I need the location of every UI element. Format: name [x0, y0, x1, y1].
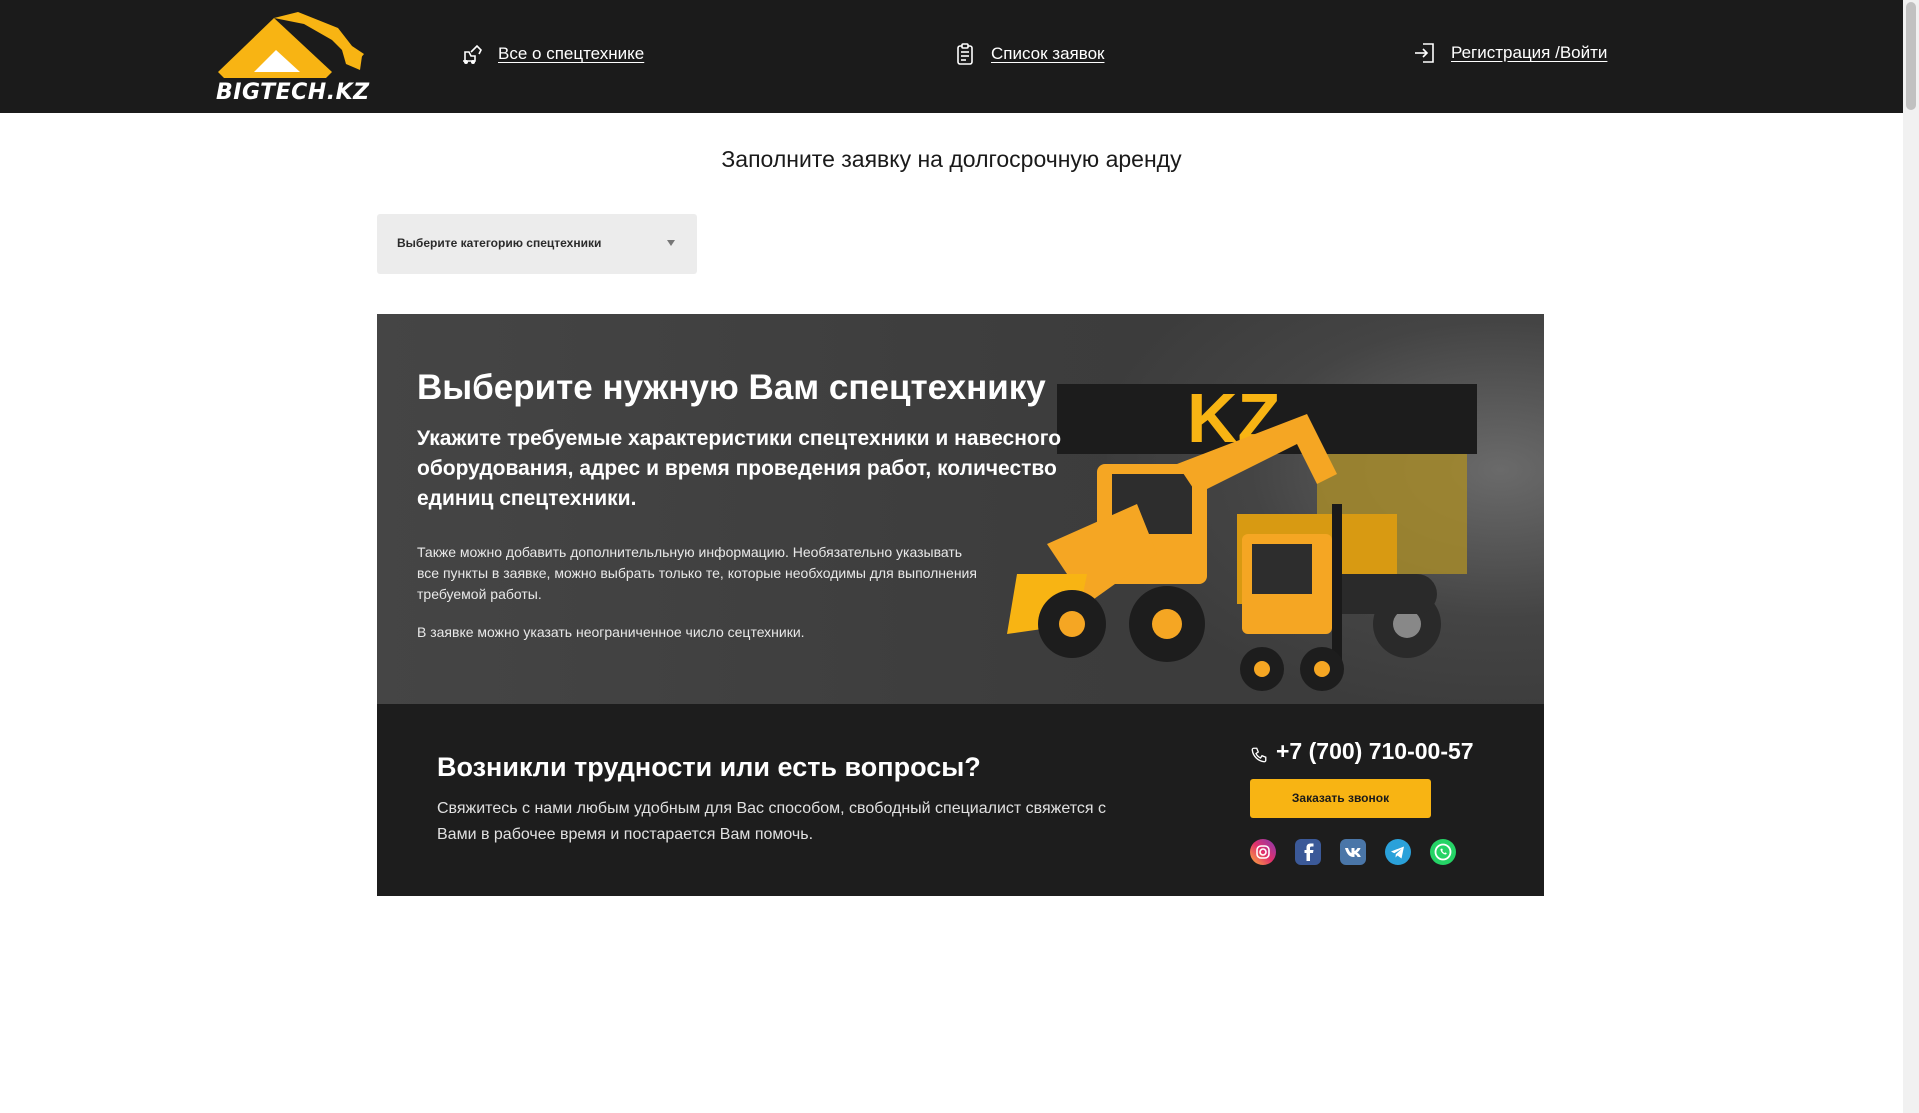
nav-all-about-machinery[interactable]: Все о спецтехнике: [460, 40, 644, 68]
social-links: [1250, 839, 1475, 865]
contact-text: Свяжитесь с нами любым удобным для Вас с…: [437, 800, 1106, 843]
site-header: BIGTECH.KZ Все о спецтехнике Список заяв…: [0, 0, 1903, 113]
phone-number: +7 (700) 710-00-57: [1276, 738, 1474, 764]
facebook-icon[interactable]: [1295, 839, 1321, 865]
nav-label: Список заявок: [991, 44, 1105, 63]
logo-text: BIGTECH.KZ: [216, 80, 370, 105]
contact-title: Возникли трудности или есть вопросы?: [437, 752, 981, 782]
telegram-icon[interactable]: [1385, 839, 1411, 865]
phone-link[interactable]: +7 (700) 710-00-57: [1250, 738, 1474, 765]
nav-label: Все о спецтехнике: [498, 44, 645, 63]
nav-register-login[interactable]: Регистрация /Войти: [1413, 39, 1607, 67]
category-select-placeholder: Выберите категорию спецтехники: [397, 236, 602, 250]
request-call-button[interactable]: Заказать звонок: [1250, 779, 1431, 818]
scrollbar-thumb[interactable]: [1906, 2, 1916, 110]
whatsapp-icon[interactable]: [1430, 839, 1456, 865]
clipboard-icon: [953, 42, 977, 66]
excavator-icon: [460, 42, 484, 66]
banner-text: Также можно добавить дополнительльную ин…: [417, 544, 977, 602]
scrollbar[interactable]: [1903, 0, 1919, 1113]
banner-title: Выберите нужную Вам спецтехнику: [417, 368, 1046, 407]
nav-label: Регистрация /Войти: [1451, 43, 1608, 62]
info-banner: KZ Выберите нужную Вам спецтехнику Укажи…: [377, 314, 1544, 704]
banner-text-secondary: В заявке можно указать неограниченное чи…: [417, 624, 805, 640]
login-icon: [1413, 41, 1437, 65]
banner-subtitle: Укажите требуемые характеристики спецтех…: [417, 427, 1062, 510]
contact-section: Возникли трудности или есть вопросы? Свя…: [377, 704, 1544, 896]
excavator-logo-icon: [218, 12, 364, 78]
logo[interactable]: BIGTECH.KZ: [214, 10, 370, 105]
phone-icon: [1250, 743, 1268, 762]
category-select[interactable]: Выберите категорию спецтехники: [377, 214, 697, 274]
nav-request-list[interactable]: Список заявок: [953, 40, 1104, 68]
instagram-icon[interactable]: [1250, 839, 1276, 865]
page-title: Заполните заявку на долгосрочную аренду: [721, 146, 1182, 172]
vk-icon[interactable]: [1340, 839, 1366, 865]
chevron-down-icon: [667, 240, 675, 246]
